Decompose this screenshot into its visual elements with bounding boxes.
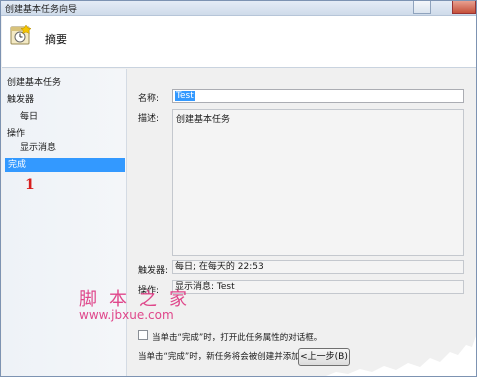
sidebar-item-action[interactable]: 操作 [7, 127, 25, 141]
trigger-label: 触发器: [138, 266, 169, 276]
page-title: 摘要 [45, 33, 67, 46]
torn-edge-decoration [326, 336, 476, 376]
trigger-value: 每日; 在每天的 22:53 [175, 262, 264, 272]
name-value: Test [175, 91, 195, 101]
sidebar-item-finish[interactable]: 完成 [5, 158, 125, 172]
open-properties-note: 当单击“完成”时，打开此任务属性的对话框。 [152, 333, 323, 343]
description-label: 描述: [138, 114, 160, 124]
open-properties-checkbox[interactable] [138, 330, 148, 340]
sidebar-item-trigger[interactable]: 触发器 [7, 93, 34, 107]
wizard-header: 摘要 [2, 16, 476, 68]
sidebar-item-show-message[interactable]: 显示消息 [20, 141, 56, 155]
description-field[interactable]: 创建基本任务 [172, 109, 464, 256]
watermark-url: www.jbxue.com [79, 308, 174, 322]
sidebar-item-create-task[interactable]: 创建基本任务 [7, 76, 61, 90]
annotation-step-number: 1 [25, 177, 35, 193]
wizard-steps-sidebar: 创建基本任务 触发器 每日 操作 显示消息 完成 [2, 69, 127, 376]
summary-panel: 名称: Test 描述: 创建基本任务 触发器: 每日; 在每天的 22:53 … [128, 69, 476, 376]
task-clock-icon [10, 24, 32, 45]
minimize-button[interactable] [413, 1, 431, 14]
sidebar-item-daily[interactable]: 每日 [20, 110, 38, 124]
description-value: 创建基本任务 [176, 115, 231, 125]
trigger-field: 每日; 在每天的 22:53 [172, 260, 464, 274]
close-button[interactable] [452, 1, 476, 14]
window-title: 创建基本任务向导 [5, 5, 78, 15]
title-bar: 创建基本任务向导 [1, 1, 476, 16]
wizard-window: 创建基本任务向导 摘要 创建基本任务 触发器 每日 操作 显示消息 完成 1 名… [0, 0, 477, 377]
action-field: 显示消息: Test [172, 280, 464, 294]
name-field[interactable]: Test [172, 89, 464, 103]
name-label: 名称: [138, 94, 160, 104]
